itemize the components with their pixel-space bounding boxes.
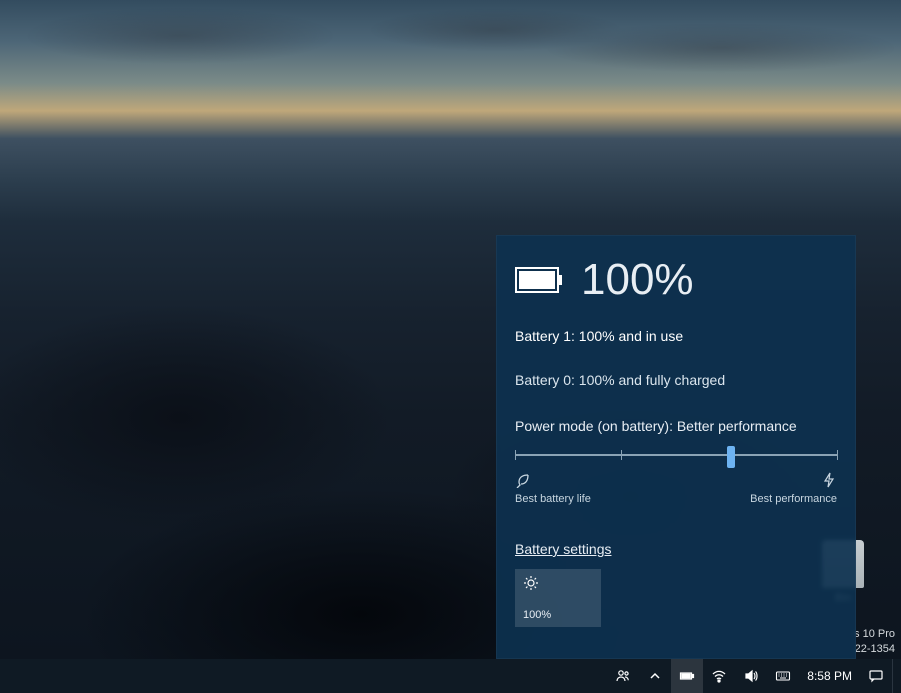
slider-thumb[interactable] — [727, 446, 735, 468]
leaf-icon — [515, 472, 531, 491]
show-desktop-button[interactable] — [892, 659, 898, 693]
slider-tick — [515, 450, 516, 460]
battery-settings-link[interactable]: Battery settings — [515, 541, 612, 557]
battery-flyout: 100% Battery 1: 100% and in use Battery … — [496, 235, 856, 659]
slider-left-label: Best battery life — [515, 493, 591, 505]
taskbar: 8:58 PM — [0, 659, 901, 693]
slider-right-label: Best performance — [750, 493, 837, 505]
tray-clock[interactable]: 8:58 PM — [799, 659, 860, 693]
battery-percent-large: 100% — [581, 258, 694, 302]
battery-1-status: Battery 1: 100% and in use — [515, 324, 837, 348]
slider-tick — [837, 450, 838, 460]
bolt-icon — [821, 472, 837, 491]
slider-end-right: Best performance — [750, 472, 837, 505]
action-center-icon[interactable] — [860, 659, 892, 693]
power-mode-slider[interactable] — [515, 444, 837, 466]
watermark-line2: 22-1354 — [854, 642, 895, 657]
brightness-icon — [523, 582, 539, 594]
slider-track — [515, 454, 837, 456]
tray-keyboard-icon[interactable] — [767, 659, 799, 693]
watermark-line1: s 10 Pro — [854, 627, 895, 642]
system-tray: 8:58 PM — [607, 659, 898, 693]
people-icon[interactable] — [607, 659, 639, 693]
slider-end-left: Best battery life — [515, 472, 591, 505]
windows-watermark: s 10 Pro 22-1354 — [854, 627, 895, 657]
tray-volume-icon[interactable] — [735, 659, 767, 693]
slider-tick — [621, 450, 622, 460]
tray-battery-icon[interactable] — [671, 659, 703, 693]
brightness-tile[interactable]: 100% — [515, 569, 601, 627]
power-mode-label: Power mode (on battery): Better performa… — [515, 418, 837, 434]
tray-wifi-icon[interactable] — [703, 659, 735, 693]
tray-chevron-up-icon[interactable] — [639, 659, 671, 693]
brightness-value: 100% — [523, 609, 551, 621]
battery-0-status: Battery 0: 100% and fully charged — [515, 368, 837, 392]
wallpaper-clouds — [0, 0, 901, 120]
battery-large-icon — [515, 267, 563, 293]
